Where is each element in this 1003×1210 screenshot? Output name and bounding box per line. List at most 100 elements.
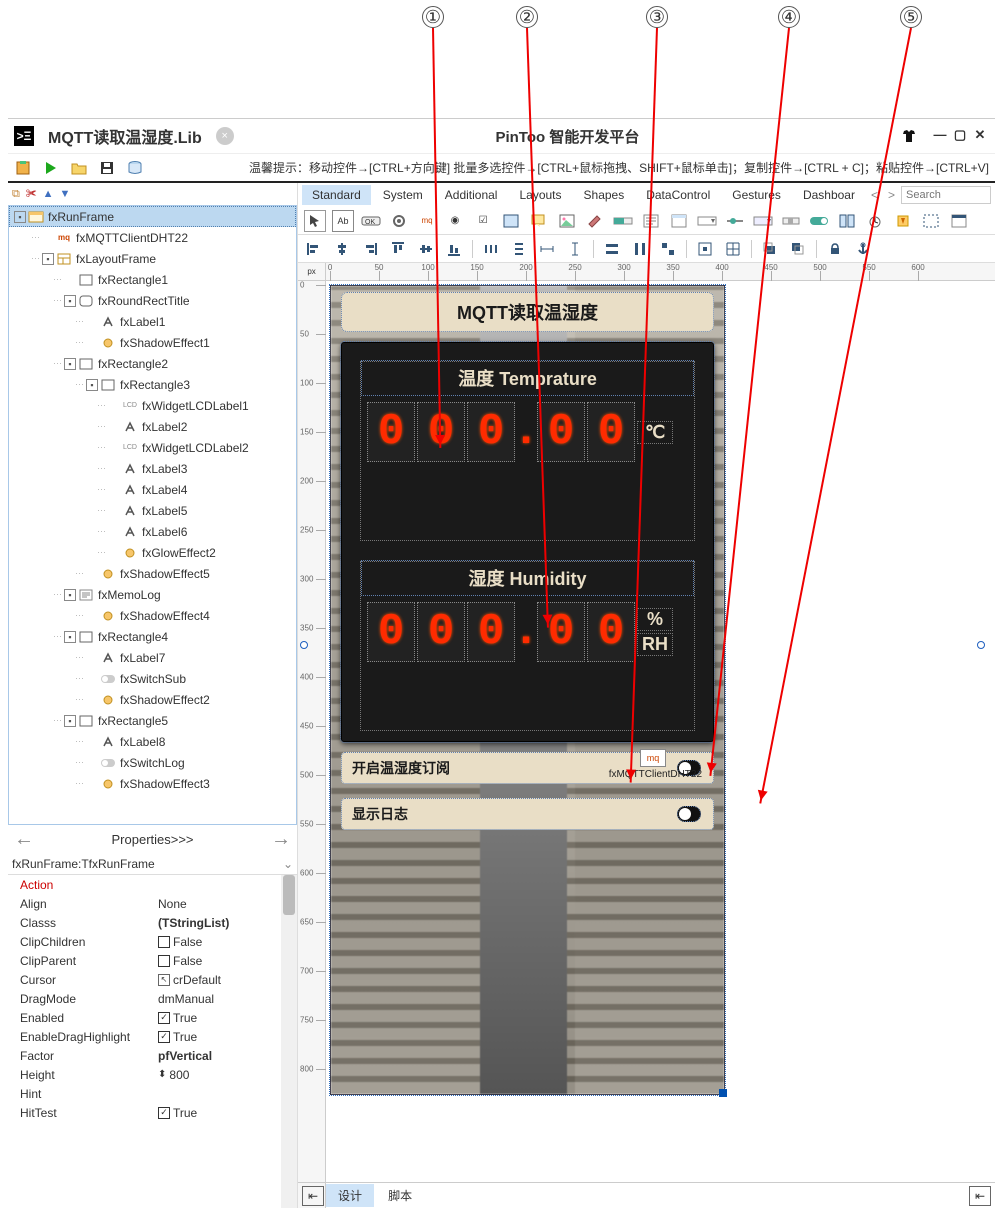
tree-expander-icon[interactable]: ▪ xyxy=(86,379,98,391)
send-back-icon[interactable] xyxy=(788,239,808,259)
pal-popup-icon[interactable] xyxy=(948,210,970,232)
property-value[interactable]: ↖ crDefault xyxy=(158,973,279,987)
tree-node[interactable]: ⋯fxLabel6 xyxy=(9,521,296,542)
bring-front-icon[interactable] xyxy=(760,239,780,259)
tree-node[interactable]: ⋯fxShadowEffect4 xyxy=(9,605,296,626)
property-value[interactable]: False xyxy=(158,935,279,949)
pal-switch-icon[interactable] xyxy=(808,210,830,232)
property-row[interactable]: AlignNone xyxy=(8,894,279,913)
property-row[interactable]: FactorpfVertical xyxy=(8,1046,279,1065)
pal-mq-icon[interactable]: mq xyxy=(416,210,438,232)
dist-v-icon[interactable] xyxy=(509,239,529,259)
property-value[interactable]: ✓ True xyxy=(158,1106,279,1120)
shirt-icon[interactable] xyxy=(901,128,917,144)
pal-combo2-icon[interactable] xyxy=(752,210,774,232)
open-folder-icon[interactable] xyxy=(70,159,88,177)
new-icon[interactable] xyxy=(14,159,32,177)
nav-back-icon[interactable]: ← xyxy=(14,828,34,851)
tree-node[interactable]: ⋯▪fxRectangle4 xyxy=(9,626,296,647)
property-value[interactable]: ⬍ 800 xyxy=(158,1068,279,1082)
property-value[interactable]: (TStringList) xyxy=(158,916,279,930)
dist-h-icon[interactable] xyxy=(481,239,501,259)
property-row[interactable]: Cursor↖ crDefault xyxy=(8,970,279,989)
property-row[interactable]: Height⬍ 800 xyxy=(8,1065,279,1084)
align-middle-icon[interactable] xyxy=(416,239,436,259)
palette-tab[interactable]: System xyxy=(373,185,433,205)
tree-node[interactable]: ⋯LCDfxWidgetLCDLabel1 xyxy=(9,395,296,416)
pal-frame-icon[interactable] xyxy=(920,210,942,232)
lock-icon[interactable] xyxy=(825,239,845,259)
align-left-icon[interactable] xyxy=(304,239,324,259)
lcd-panel[interactable]: 温度 Temprature 0 0 0 . 0 0 ℃ xyxy=(341,342,714,742)
properties-selector[interactable]: fxRunFrame:TfxRunFrame ⌄ xyxy=(8,853,297,875)
palette-tab[interactable]: DataControl xyxy=(636,185,720,205)
property-value[interactable]: None xyxy=(158,897,279,911)
tree-node[interactable]: ⋯fxShadowEffect2 xyxy=(9,689,296,710)
tree-expander-icon[interactable]: ▪ xyxy=(64,589,76,601)
pal-paint-icon[interactable] xyxy=(584,210,606,232)
pal-callout-icon[interactable] xyxy=(528,210,550,232)
tree-node[interactable]: ⋯fxSwitchLog xyxy=(9,752,296,773)
property-value[interactable]: dmManual xyxy=(158,992,279,1006)
tab-design[interactable]: 设计 xyxy=(326,1184,374,1207)
property-value[interactable]: pfVertical xyxy=(158,1049,279,1063)
minimize-button[interactable]: — xyxy=(931,127,949,145)
pal-split-icon[interactable] xyxy=(836,210,858,232)
palette-tab[interactable]: Layouts xyxy=(509,185,571,205)
scrollbar[interactable] xyxy=(281,875,297,1208)
footer-collapse-left-icon[interactable]: ⇤ xyxy=(302,1186,324,1206)
tree-expander-icon[interactable]: ▪ xyxy=(64,715,76,727)
tree-node[interactable]: ⋯fxShadowEffect3 xyxy=(9,773,296,794)
pal-timer-icon[interactable] xyxy=(864,210,886,232)
pal-list-icon[interactable] xyxy=(668,210,690,232)
tree-node[interactable]: ⋯fxLabel7 xyxy=(9,647,296,668)
align-top-icon[interactable] xyxy=(388,239,408,259)
same-size-icon[interactable] xyxy=(658,239,678,259)
palette-tab[interactable]: Shapes xyxy=(574,185,635,205)
properties-nav-label[interactable]: Properties>>> xyxy=(112,832,194,847)
same-width-icon[interactable] xyxy=(602,239,622,259)
palette-next-icon[interactable]: > xyxy=(884,188,899,202)
tree-node[interactable]: ⋯▪fxRoundRectTitle xyxy=(9,290,296,311)
database-icon[interactable] xyxy=(126,159,144,177)
pal-image-icon[interactable] xyxy=(556,210,578,232)
property-row[interactable]: Hint xyxy=(8,1084,279,1103)
pal-slider-icon[interactable] xyxy=(724,210,746,232)
tree-node[interactable]: ⋯▪fxRectangle3 xyxy=(9,374,296,395)
property-row[interactable]: EnableDragHighlight✓ True xyxy=(8,1027,279,1046)
tree-node[interactable]: ⋯mqfxMQTTClientDHT22 xyxy=(9,227,296,248)
property-value[interactable]: False xyxy=(158,954,279,968)
property-row[interactable]: ClipChildren False xyxy=(8,932,279,951)
scrollbar-thumb[interactable] xyxy=(283,875,295,915)
palette-tab[interactable]: Additional xyxy=(435,185,508,205)
pal-gear-icon[interactable] xyxy=(388,210,410,232)
tree-node[interactable]: ⋯fxGlowEffect2 xyxy=(9,542,296,563)
tree-tool-down-icon[interactable]: ▼ xyxy=(60,188,71,200)
tree-node[interactable]: ⋯fxLabel1 xyxy=(9,311,296,332)
pal-action-icon[interactable] xyxy=(892,210,914,232)
align-right-icon[interactable] xyxy=(360,239,380,259)
tree-expander-icon[interactable]: ▪ xyxy=(64,631,76,643)
tab-close-button[interactable]: × xyxy=(216,127,234,145)
same-height-icon[interactable] xyxy=(630,239,650,259)
pal-radio-icon[interactable]: ◉ xyxy=(444,210,466,232)
tree-node[interactable]: ⋯LCDfxWidgetLCDLabel2 xyxy=(9,437,296,458)
properties-grid[interactable]: ActionAlignNoneClasss(TStringList)ClipCh… xyxy=(8,875,297,1208)
tree-node[interactable]: ⋯fxLabel8 xyxy=(9,731,296,752)
tree-expander-icon[interactable]: ▪ xyxy=(64,295,76,307)
tree-node[interactable]: ⋯fxLabel2 xyxy=(9,416,296,437)
run-icon[interactable] xyxy=(42,159,60,177)
tree-node[interactable]: ⋯fxSwitchSub xyxy=(9,668,296,689)
tree-tool-up-icon[interactable]: ▲ xyxy=(43,188,54,200)
tab-script[interactable]: 脚本 xyxy=(376,1184,424,1207)
close-button[interactable]: ✕ xyxy=(971,127,989,145)
space-v-icon[interactable] xyxy=(565,239,585,259)
align-center-h-icon[interactable] xyxy=(332,239,352,259)
property-row[interactable]: Action xyxy=(8,875,279,894)
property-row[interactable]: Classs(TStringList) xyxy=(8,913,279,932)
mqtt-client-icon[interactable]: mq xyxy=(640,749,666,767)
tree-node[interactable]: ⋯fxShadowEffect1 xyxy=(9,332,296,353)
property-value[interactable]: ✓ True xyxy=(158,1011,279,1025)
tree-tool-struct-icon[interactable]: ⧉ xyxy=(12,188,20,201)
pal-scroll-icon[interactable] xyxy=(780,210,802,232)
